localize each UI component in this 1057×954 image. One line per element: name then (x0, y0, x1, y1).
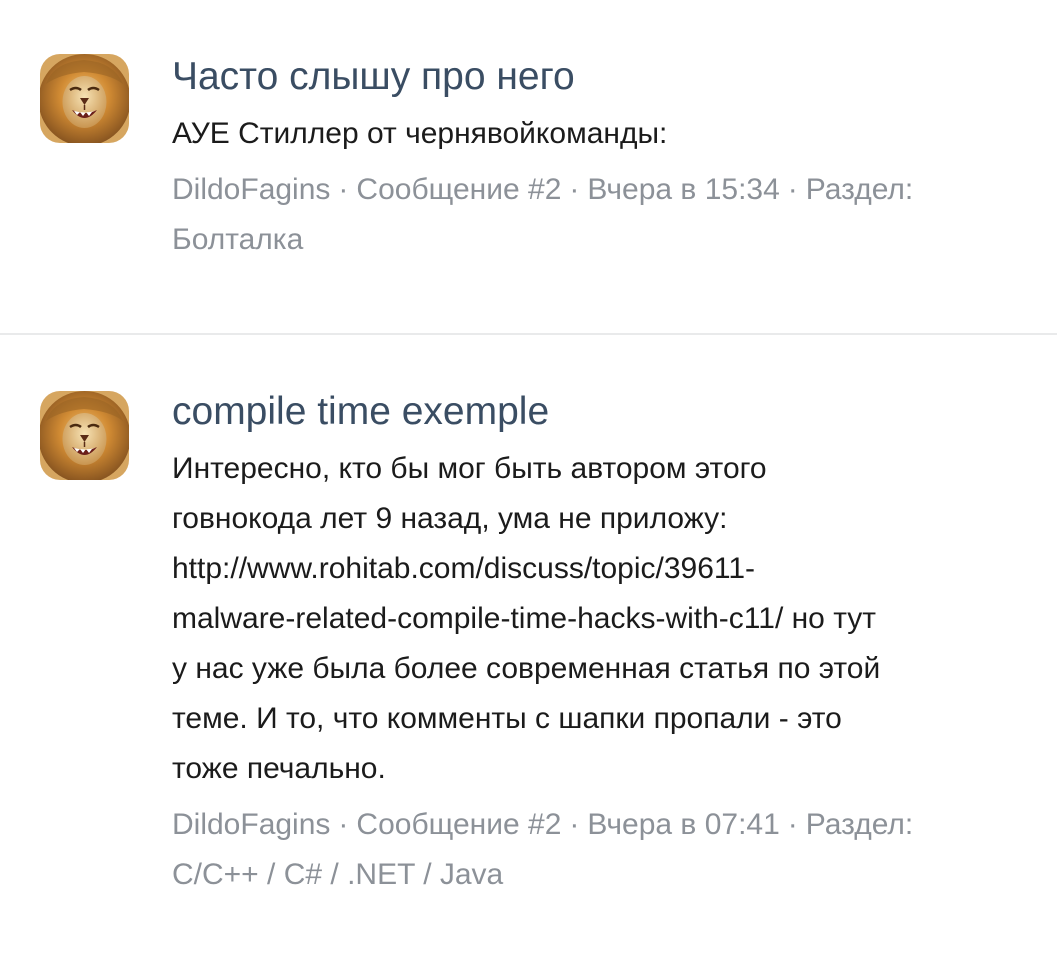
post-body-line: теме. И то, что комменты с шапки пропали… (172, 702, 842, 735)
post-content: compile time exemple Интересно, кто бы м… (172, 387, 1041, 900)
post-section-label: Раздел: (805, 808, 914, 841)
post-section-link[interactable]: Болталка (172, 223, 303, 256)
post-content: Часто слышу про него АУЕ Стиллер от черн… (172, 52, 1041, 265)
meta-separator: · (338, 173, 349, 206)
meta-separator: · (338, 808, 349, 841)
post-time: Вчера в 15:34 (587, 173, 780, 206)
post-body-line: Интересно, кто бы мог быть автором этого (172, 452, 767, 485)
post-body-line: у нас уже была более современная статья … (172, 652, 881, 685)
search-result-post: compile time exemple Интересно, кто бы м… (0, 335, 1057, 954)
post-body-line: говнокода лет 9 назад, ума не приложу: (172, 502, 728, 535)
meta-separator: · (787, 173, 798, 206)
post-body-link-line[interactable]: http://www.rohitab.com/discuss/topic/396… (172, 544, 1041, 594)
post-body: АУЕ Стиллер от чернявойкоманды: (172, 117, 668, 150)
post-author-link[interactable]: DildoFagins (172, 808, 330, 841)
post-title[interactable]: compile time exemple (172, 387, 1041, 437)
meta-separator: · (569, 808, 580, 841)
post-meta: DildoFagins · Сообщение #2 · Вчера в 15:34 · Р… (172, 165, 1041, 265)
post-author-link[interactable]: DildoFagins (172, 173, 330, 206)
post-title[interactable]: Часто слышу про него (172, 52, 1041, 102)
post-body-line: тоже печально. (172, 752, 386, 785)
lion-avatar-icon[interactable] (40, 391, 129, 480)
meta-separator: · (569, 173, 580, 206)
post-section-link[interactable]: C/C++ / C# / .NET / Java (172, 858, 503, 891)
post-message-number[interactable]: Сообщение #2 (356, 173, 561, 206)
post-time: Вчера в 07:41 (587, 808, 780, 841)
post-message-number[interactable]: Сообщение #2 (356, 808, 561, 841)
post-section-label: Раздел: (805, 173, 914, 206)
post-meta: DildoFagins · Сообщение #2 · Вчера в 07:41 · Р… (172, 800, 1041, 900)
search-result-post: Часто слышу про него АУЕ Стиллер от черн… (0, 0, 1057, 333)
post-body-line[interactable]: malware-related-compile-time-hacks-with-… (172, 594, 1041, 644)
meta-separator: · (787, 808, 798, 841)
lion-avatar-icon[interactable] (40, 54, 129, 143)
post-body: Интересно, кто бы мог быть автором этого… (172, 444, 1041, 794)
